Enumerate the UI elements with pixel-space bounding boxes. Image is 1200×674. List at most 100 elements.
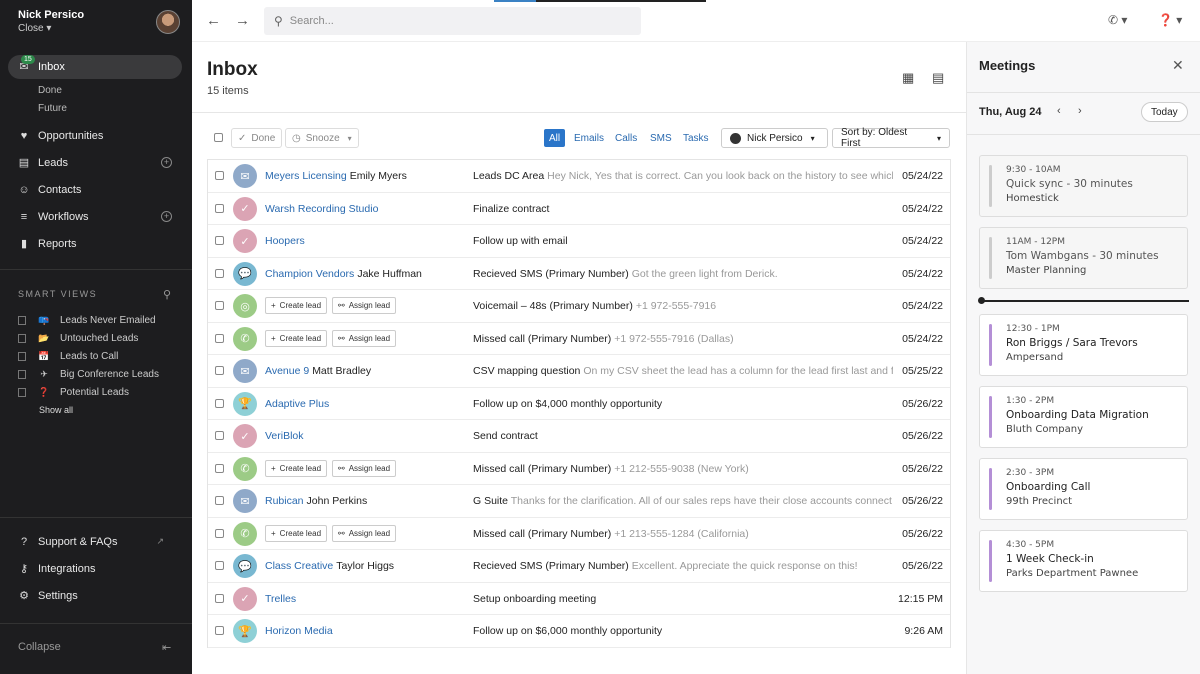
chevron-right-icon[interactable]: › bbox=[1078, 105, 1082, 117]
smart-view-item[interactable]: 📪 Leads Never Emailed bbox=[18, 315, 156, 326]
create-lead-button[interactable]: + Create lead bbox=[265, 297, 328, 314]
smart-view-item[interactable]: 📅 Leads to Call bbox=[18, 351, 118, 362]
compose-icon[interactable]: ▤ bbox=[932, 70, 944, 86]
smart-view-item[interactable]: ✈ Big Conference Leads bbox=[18, 369, 159, 380]
row-checkbox[interactable] bbox=[215, 301, 224, 310]
help-menu-icon[interactable]: ❓ ▾ bbox=[1158, 13, 1182, 27]
sidebar-item-leads[interactable]: ▤ Leads + bbox=[8, 151, 182, 175]
user-filter-dropdown[interactable]: Nick Persico ▾ bbox=[721, 128, 828, 148]
meeting-card[interactable]: 2:30 - 3PM Onboarding Call 99th Precinct bbox=[979, 458, 1188, 520]
create-lead-button[interactable]: + Create lead bbox=[265, 524, 328, 542]
row-subject[interactable]: Voicemail – 48s (Primary Number) +1 972-… bbox=[473, 300, 893, 312]
sidebar-item-inbox[interactable]: ✉ 15 Inbox bbox=[8, 55, 182, 79]
lead-link[interactable]: Adaptive Plus bbox=[265, 398, 329, 410]
lead-link[interactable]: Rubican bbox=[265, 495, 304, 507]
phone-icon[interactable]: ✆ ▾ bbox=[1108, 13, 1127, 27]
inbox-row[interactable]: ✓ Trelles Setup onboarding meeting 12:15 P… bbox=[208, 583, 950, 615]
inbox-row[interactable]: ✓ Warsh Recording Studio Finalize contract… bbox=[208, 193, 950, 225]
row-checkbox[interactable] bbox=[215, 463, 224, 473]
org-switcher[interactable]: Close ▾ bbox=[18, 23, 84, 34]
row-checkbox[interactable] bbox=[215, 496, 224, 505]
lead-link[interactable]: VeriBlok bbox=[265, 430, 304, 442]
row-subject[interactable]: CSV mapping question On my CSV sheet the… bbox=[473, 365, 893, 377]
search-input[interactable] bbox=[289, 15, 610, 27]
close-icon[interactable]: ✕ bbox=[1172, 57, 1184, 74]
search-bar[interactable]: ⚲ bbox=[264, 7, 641, 35]
lead-link[interactable]: Hoopers bbox=[265, 235, 305, 247]
create-lead-button[interactable]: + Create lead bbox=[265, 459, 328, 477]
sort-dropdown[interactable]: Sort by: Oldest First ▾ bbox=[832, 127, 950, 149]
row-subject[interactable]: Recieved SMS (Primary Number) Excellent.… bbox=[473, 560, 893, 572]
sidebar-item-reports[interactable]: ▮ Reports bbox=[8, 232, 182, 256]
sidebar-item-settings[interactable]: ⚙ Settings bbox=[8, 584, 182, 608]
contact-name[interactable]: Jake Huffman bbox=[357, 268, 422, 280]
row-subject[interactable]: G Suite Thanks for the clarification. Al… bbox=[473, 495, 893, 507]
create-lead-button[interactable]: + Create lead bbox=[265, 329, 328, 347]
meeting-card[interactable]: 9:30 - 10AM Quick sync - 30 minutes Homest… bbox=[979, 155, 1188, 217]
contact-name[interactable]: Taylor Higgs bbox=[336, 560, 394, 572]
row-checkbox[interactable] bbox=[215, 528, 224, 538]
row-checkbox[interactable] bbox=[215, 431, 224, 440]
inbox-row[interactable]: ✉ Meyers Licensing Emily Myers Leads DC Are… bbox=[208, 160, 950, 193]
meeting-card[interactable]: 11AM - 12PM Tom Wambgans - 30 minutes Mast… bbox=[979, 227, 1188, 289]
chevron-left-icon[interactable]: ‹ bbox=[1057, 105, 1061, 117]
inbox-row[interactable]: ✆ + Create lead ⚯ Assign lead Missed call (Pr… bbox=[208, 323, 950, 355]
sidebar-subitem-future[interactable]: Future bbox=[38, 103, 67, 114]
lead-link[interactable]: Trelles bbox=[265, 593, 296, 605]
row-subject[interactable]: Missed call (Primary Number) +1 213-555-… bbox=[473, 528, 893, 540]
lead-link[interactable]: Horizon Media bbox=[265, 625, 333, 637]
row-checkbox[interactable] bbox=[215, 593, 224, 603]
smart-view-item[interactable]: ❓ Potential Leads bbox=[18, 387, 129, 398]
back-arrow-icon[interactable]: ← bbox=[206, 12, 221, 29]
row-subject[interactable]: Recieved SMS (Primary Number) Got the gr… bbox=[473, 268, 893, 280]
show-all-link[interactable]: Show all bbox=[39, 405, 73, 415]
collapse-sidebar-button[interactable]: Collapse bbox=[18, 641, 61, 653]
filter-calls[interactable]: Calls bbox=[610, 129, 642, 147]
row-checkbox[interactable] bbox=[215, 366, 224, 375]
user-menu[interactable]: Nick Persico Close ▾ bbox=[18, 9, 84, 34]
row-checkbox[interactable] bbox=[215, 203, 224, 213]
lead-link[interactable]: Class Creative bbox=[265, 560, 333, 572]
row-checkbox[interactable] bbox=[215, 171, 224, 180]
row-subject[interactable]: Finalize contract bbox=[473, 203, 893, 215]
done-button[interactable]: ✓ Done bbox=[231, 128, 283, 148]
inbox-row[interactable]: ◎ + Create lead ⚯ Assign lead Voicemail – 48s… bbox=[208, 290, 950, 323]
row-subject[interactable]: Follow up on $6,000 monthly opportunity bbox=[473, 625, 893, 637]
inbox-row[interactable]: 🏆 Adaptive Plus Follow up on $4,000 monthl… bbox=[208, 388, 950, 420]
meeting-card[interactable]: 4:30 - 5PM 1 Week Check-in Parks Departmen… bbox=[979, 530, 1188, 592]
sidebar-item-workflows[interactable]: ≡ Workflows + bbox=[8, 205, 182, 229]
lead-link[interactable]: Meyers Licensing bbox=[265, 170, 347, 182]
row-subject[interactable]: Send contract bbox=[473, 430, 893, 442]
row-subject[interactable]: Follow up on $4,000 monthly opportunity bbox=[473, 398, 893, 410]
assign-lead-button[interactable]: ⚯ Assign lead bbox=[332, 524, 397, 542]
row-checkbox[interactable] bbox=[215, 626, 224, 635]
lead-link[interactable]: Warsh Recording Studio bbox=[265, 203, 378, 215]
contact-name[interactable]: Emily Myers bbox=[350, 170, 407, 182]
inbox-row[interactable]: ✆ + Create lead ⚯ Assign lead Missed call (Pr… bbox=[208, 453, 950, 485]
calendar-icon[interactable]: ▦ bbox=[902, 70, 914, 86]
smart-view-item[interactable]: 📂 Untouched Leads bbox=[18, 333, 138, 344]
row-subject[interactable]: Follow up with email bbox=[473, 235, 893, 247]
meeting-card[interactable]: 1:30 - 2PM Onboarding Data Migration Bluth… bbox=[979, 386, 1188, 448]
forward-arrow-icon[interactable]: → bbox=[235, 12, 250, 29]
collapse-icon[interactable]: ⇤ bbox=[162, 641, 171, 654]
inbox-row[interactable]: ✓ VeriBlok Send contract 05/26/22 bbox=[208, 420, 950, 453]
sidebar-subitem-done[interactable]: Done bbox=[38, 85, 62, 96]
inbox-row[interactable]: 💬 Class Creative Taylor Higgs Recieved SMS … bbox=[208, 550, 950, 583]
inbox-row[interactable]: ✆ + Create lead ⚯ Assign lead Missed call (Pr… bbox=[208, 518, 950, 550]
snooze-button[interactable]: ◷ Snooze ▾ bbox=[285, 128, 359, 148]
row-checkbox[interactable] bbox=[215, 333, 224, 343]
contact-name[interactable]: Matt Bradley bbox=[312, 365, 371, 377]
sidebar-item-opportunities[interactable]: ♥ Opportunities bbox=[8, 124, 182, 148]
inbox-row[interactable]: ✓ Hoopers Follow up with email 05/24/22 bbox=[208, 225, 950, 258]
row-subject[interactable]: Setup onboarding meeting bbox=[473, 593, 893, 605]
select-all-checkbox[interactable] bbox=[214, 133, 223, 142]
row-subject[interactable]: Missed call (Primary Number) +1 212-555-… bbox=[473, 463, 893, 475]
sidebar-item-support[interactable]: ? Support & FAQs ↗ bbox=[8, 530, 182, 554]
lead-link[interactable]: Champion Vendors bbox=[265, 268, 354, 280]
row-checkbox[interactable] bbox=[215, 268, 224, 278]
row-checkbox[interactable] bbox=[215, 398, 224, 408]
search-icon[interactable]: ⚲ bbox=[163, 288, 171, 301]
filter-sms[interactable]: SMS bbox=[645, 129, 677, 147]
meeting-card[interactable]: 12:30 - 1PM Ron Briggs / Sara Trevors Ampe… bbox=[979, 314, 1188, 376]
